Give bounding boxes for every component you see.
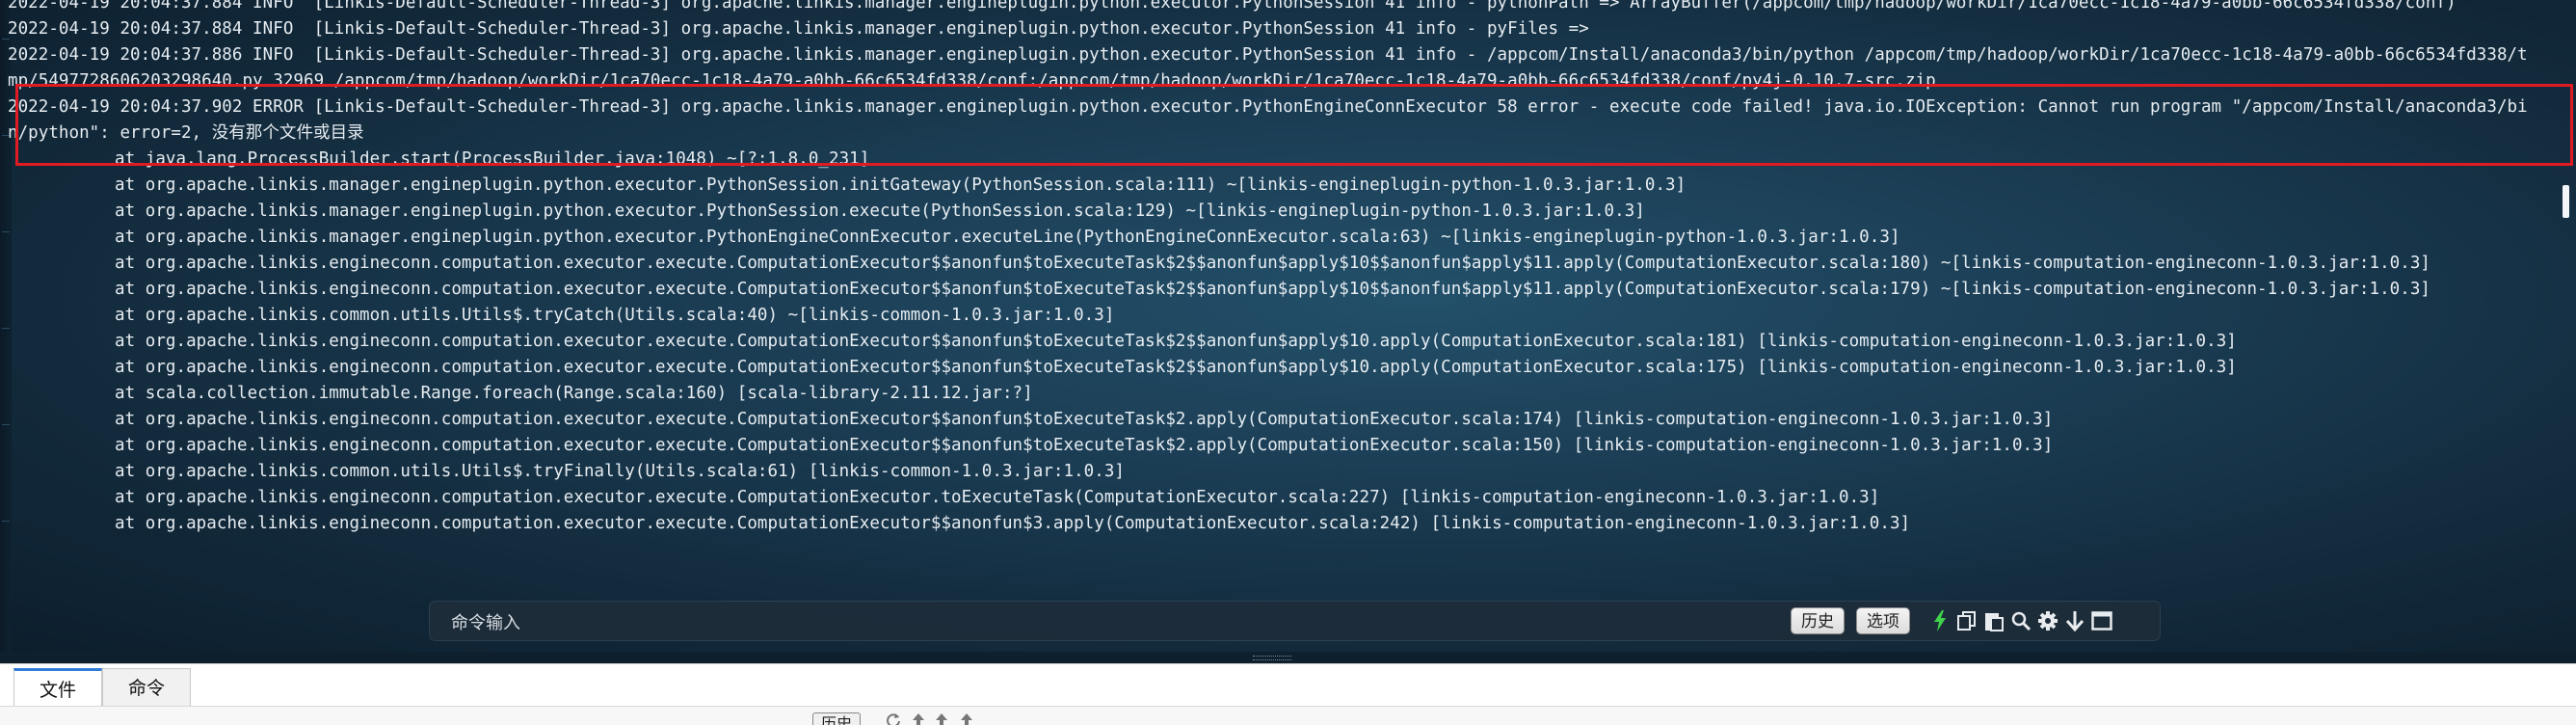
upload-icon[interactable] — [958, 712, 975, 725]
scrollbar-thumb[interactable] — [2563, 185, 2569, 218]
stack-trace-line: at org.apache.linkis.manager.engineplugi… — [115, 228, 1900, 247]
stack-trace-line: at org.apache.linkis.engineconn.computat… — [115, 488, 1880, 507]
error-highlight-box — [15, 84, 2573, 166]
stack-trace-line: at org.apache.linkis.manager.engineplugi… — [115, 201, 1645, 221]
stack-trace-line: at org.apache.linkis.engineconn.computat… — [115, 254, 2430, 273]
stack-trace-line: at org.apache.linkis.engineconn.computat… — [115, 410, 2054, 429]
download-icon[interactable] — [933, 712, 950, 725]
tab-commands[interactable]: 命令 — [102, 668, 191, 707]
paste-icon[interactable] — [1981, 607, 2006, 634]
stack-trace-line: at org.apache.linkis.manager.engineplugi… — [115, 175, 1686, 195]
copy-icon[interactable] — [1954, 607, 1979, 634]
stack-trace-line: at org.apache.linkis.engineconn.computat… — [115, 358, 2237, 377]
bottom-toolbar: 历史 — [0, 706, 2576, 725]
stack-trace-line: at org.apache.linkis.engineconn.computat… — [115, 436, 2054, 455]
stack-trace-line: at scala.collection.immutable.Range.fore… — [115, 384, 1033, 403]
terminal-panel[interactable]: 2022-04-19 20:04:37.884 INFO [Linkis-Def… — [0, 0, 2576, 663]
command-input-bar[interactable]: 命令输入 历史 选项 — [430, 602, 2160, 640]
log-line: 2022-04-19 20:04:37.884 INFO [Linkis-Def… — [8, 0, 2456, 13]
history-button[interactable]: 历史 — [1791, 607, 1845, 634]
command-input[interactable]: 命令输入 — [451, 609, 520, 634]
stack-trace-line: at org.apache.linkis.common.utils.Utils$… — [115, 306, 1115, 325]
gear-icon[interactable] — [2035, 607, 2060, 634]
stack-trace-line: at org.apache.linkis.engineconn.computat… — [115, 514, 1911, 533]
arrow-down-icon[interactable] — [2062, 607, 2087, 634]
log-line: 2022-04-19 20:04:37.886 INFO [Linkis-Def… — [8, 45, 2528, 65]
lightning-icon[interactable] — [1927, 607, 1952, 634]
search-icon[interactable] — [2008, 607, 2033, 634]
options-button[interactable]: 选项 — [1856, 607, 1910, 634]
upload-icon[interactable] — [910, 712, 927, 725]
bottom-history-button[interactable]: 历史 — [812, 712, 862, 725]
stack-trace-line: at org.apache.linkis.engineconn.computat… — [115, 280, 2430, 299]
log-line: 2022-04-19 20:04:37.884 INFO [Linkis-Def… — [8, 19, 1589, 39]
stack-trace-line: at org.apache.linkis.engineconn.computat… — [115, 332, 2237, 351]
maximize-icon[interactable] — [2089, 607, 2114, 634]
vertical-scrollbar[interactable] — [2555, 0, 2576, 663]
stack-trace-line: at org.apache.linkis.common.utils.Utils$… — [115, 462, 1126, 481]
splitter-grip[interactable] — [1253, 656, 1291, 660]
panel-splitter[interactable] — [0, 652, 2576, 663]
refresh-icon[interactable] — [885, 712, 902, 725]
tab-bar: 文件 命令 — [0, 663, 2576, 707]
tab-files[interactable]: 文件 — [13, 668, 102, 707]
